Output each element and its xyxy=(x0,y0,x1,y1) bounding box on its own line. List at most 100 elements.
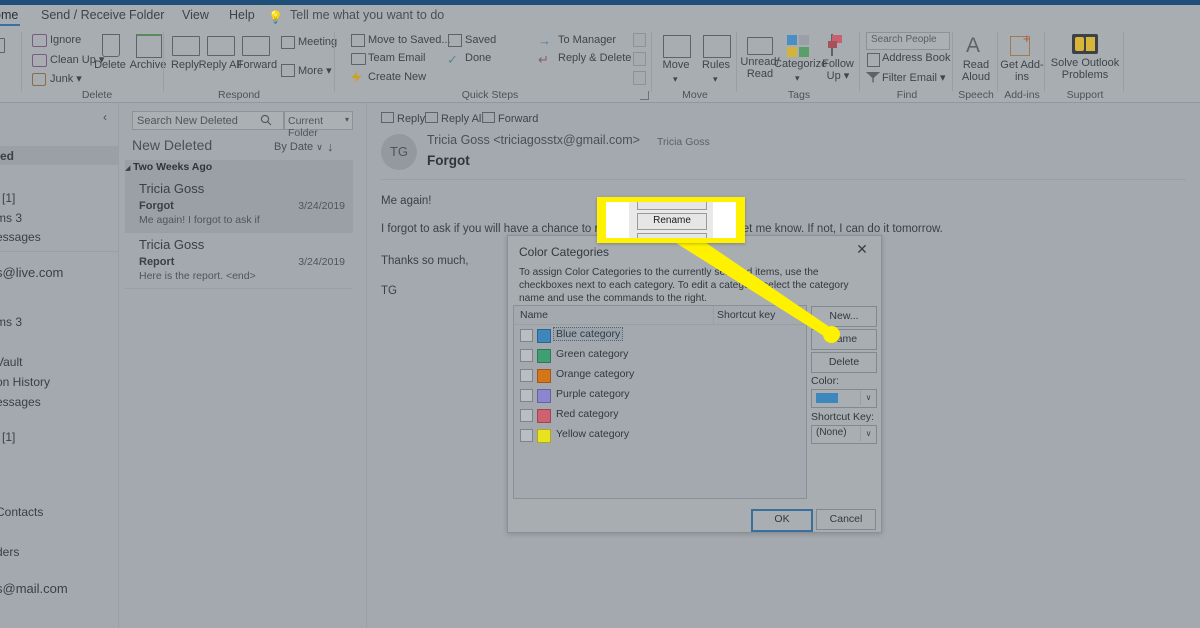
message-date: 3/24/2019 xyxy=(298,256,345,268)
category-checkbox[interactable] xyxy=(520,409,533,422)
listbox-header: Name Shortcut key xyxy=(514,306,806,325)
message-preview: Here is the report. <end> xyxy=(139,270,256,282)
move-to-saved-command[interactable]: Move to Saved... xyxy=(368,34,451,46)
sidebar-item-messages[interactable]: essages xyxy=(0,395,41,409)
rules-button[interactable]: Rules xyxy=(693,59,739,72)
tab-send-receive[interactable]: Send / Receive xyxy=(41,8,126,22)
meeting-command[interactable]: Meeting xyxy=(298,36,337,48)
reply-action[interactable]: Reply xyxy=(381,112,425,125)
ignore-command[interactable]: Ignore xyxy=(50,34,81,46)
create-new-command[interactable]: Create New xyxy=(368,71,426,83)
get-add-ins-button[interactable]: Get Add-ins xyxy=(999,59,1045,83)
rename-category-button[interactable]: name xyxy=(811,329,877,350)
callout-rename-button[interactable]: Rename xyxy=(637,213,707,230)
chevron-left-icon[interactable]: ‹ xyxy=(103,110,107,124)
sidebar-item-account-mail[interactable]: s@mail.com xyxy=(0,581,68,596)
list-item[interactable]: Green category xyxy=(514,348,806,363)
quick-steps-more[interactable] xyxy=(633,71,646,85)
lightbulb-icon: 💡 xyxy=(268,10,283,24)
scope-dropdown[interactable]: Current Folder ▾ xyxy=(284,111,353,139)
ribbon-group-new: w ; ▾ xyxy=(0,28,24,102)
reply-all-action[interactable]: Reply All xyxy=(425,112,484,125)
cancel-button[interactable]: Cancel xyxy=(816,509,876,530)
chevron-down-icon: ∨ xyxy=(860,390,876,405)
category-checkbox[interactable] xyxy=(520,349,533,362)
close-icon[interactable]: ✕ xyxy=(851,240,873,258)
team-email-icon xyxy=(351,53,366,65)
list-item[interactable]: Blue category xyxy=(514,327,806,343)
tab-folder[interactable]: Folder xyxy=(129,8,164,22)
group-label-add-ins: Add-ins xyxy=(1004,89,1040,101)
done-command[interactable]: Done xyxy=(465,52,491,64)
ok-button[interactable]: OK xyxy=(751,509,813,532)
search-people-input[interactable]: Search People xyxy=(866,32,950,50)
table-row[interactable]: Tricia Goss Forgot Me again! I forgot to… xyxy=(125,176,353,233)
sidebar-item-9[interactable]: [1] xyxy=(2,430,15,444)
sort-direction-icon[interactable]: ↓ xyxy=(327,139,334,154)
tab-help[interactable]: Help xyxy=(229,8,255,22)
read-aloud-button[interactable]: Read Aloud xyxy=(953,59,999,83)
quick-steps-scroll-up[interactable] xyxy=(633,33,646,47)
sidebar-item-deleted[interactable]: ted xyxy=(0,149,14,163)
reply-and-delete-command[interactable]: Reply & Delete xyxy=(558,52,631,64)
address-book-command[interactable]: Address Book xyxy=(882,52,950,64)
message-date: 3/24/2019 xyxy=(298,200,345,212)
follow-up-button[interactable]: Follow Up ▾ xyxy=(816,58,860,82)
more-command[interactable]: More ▾ xyxy=(298,64,332,77)
list-item[interactable]: Yellow category xyxy=(514,428,806,443)
delete-category-button[interactable]: Delete xyxy=(811,352,877,373)
new-email-icon[interactable] xyxy=(0,38,5,53)
list-item[interactable]: Red category xyxy=(514,408,806,423)
junk-command[interactable]: Junk ▾ xyxy=(50,72,82,85)
sidebar-item-history[interactable]: on History xyxy=(0,375,50,389)
collapse-triangle-icon[interactable]: ◢ xyxy=(125,164,130,172)
category-color-swatch xyxy=(537,389,551,403)
category-label: Blue category xyxy=(552,327,624,341)
solve-outlook-problems-button[interactable]: Solve Outlook Problems xyxy=(1046,57,1124,81)
forward-action[interactable]: Forward xyxy=(482,112,538,125)
tab-home[interactable]: ome xyxy=(0,8,21,26)
rules-icon xyxy=(703,35,731,58)
to-manager-command[interactable]: To Manager xyxy=(558,34,616,46)
category-checkbox[interactable] xyxy=(520,369,533,382)
categorize-button[interactable]: Categorize xyxy=(774,58,827,71)
tab-view[interactable]: View xyxy=(182,8,209,22)
sidebar-item-folders[interactable]: ders xyxy=(0,545,19,559)
new-category-button[interactable]: New... xyxy=(811,306,877,327)
sidebar-item-1[interactable]: [1] xyxy=(2,191,15,205)
sidebar-item-account-live[interactable]: s@live.com xyxy=(0,265,63,280)
quick-steps-scroll-down[interactable] xyxy=(633,52,646,66)
trash-icon xyxy=(102,34,120,57)
table-row[interactable]: Tricia Goss Report Here is the report. <… xyxy=(125,232,353,289)
page-title: Forgot xyxy=(427,153,470,168)
list-item[interactable]: Orange category xyxy=(514,368,806,383)
quick-steps-dialog-launcher[interactable] xyxy=(640,91,649,100)
category-checkbox[interactable] xyxy=(520,429,533,442)
sidebar-item-vault[interactable]: Vault xyxy=(0,355,22,369)
saved-command[interactable]: Saved xyxy=(465,34,496,46)
sidebar-item-3[interactable]: essages xyxy=(0,230,41,244)
team-email-command[interactable]: Team Email xyxy=(368,52,425,64)
category-checkbox[interactable] xyxy=(520,389,533,402)
category-checkbox[interactable] xyxy=(520,329,533,342)
sidebar-item-contacts[interactable]: Contacts xyxy=(0,505,43,519)
dialog-description: To assign Color Categories to the curren… xyxy=(519,267,849,304)
color-dropdown[interactable]: ∨ xyxy=(811,389,877,408)
read-aloud-icon: A xyxy=(966,34,981,57)
sidebar-item-5[interactable]: ms 3 xyxy=(0,315,22,329)
search-icon[interactable] xyxy=(260,114,272,126)
shortcut-key-dropdown[interactable]: (None) ∨ xyxy=(811,425,877,444)
category-label: Orange category xyxy=(556,368,635,380)
filter-email-command[interactable]: Filter Email ▾ xyxy=(882,71,946,84)
sort-by-date[interactable]: By Date ∨ xyxy=(274,141,323,153)
sidebar-item-2[interactable]: ms 3 xyxy=(0,211,22,225)
reply-delete-icon: ↵ xyxy=(538,52,549,67)
meeting-icon xyxy=(281,36,295,49)
move-icon xyxy=(663,35,691,58)
filter-email-icon xyxy=(866,72,880,83)
forward-button[interactable]: Forward xyxy=(229,59,285,72)
categories-listbox[interactable]: Name Shortcut key Blue category Green ca… xyxy=(513,305,807,499)
list-item[interactable]: Purple category xyxy=(514,388,806,403)
column-header-name: Name xyxy=(520,309,549,321)
tell-me-box[interactable]: Tell me what you want to do xyxy=(290,8,444,22)
